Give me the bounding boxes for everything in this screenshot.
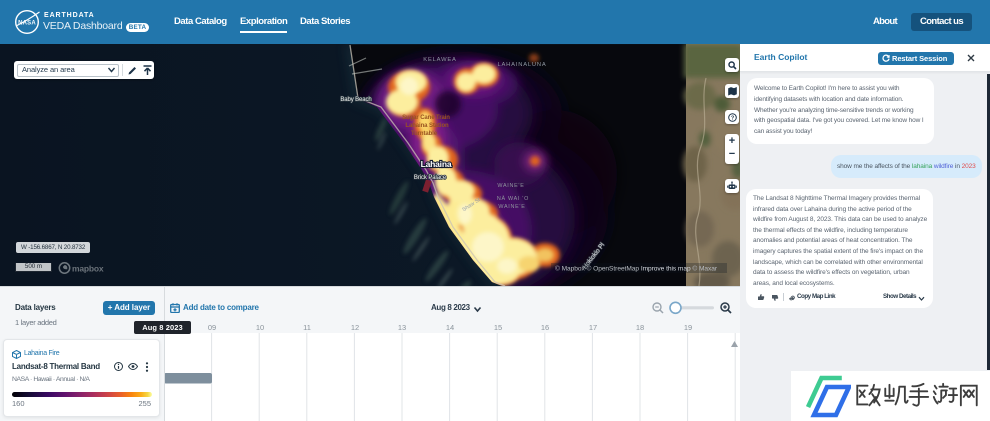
svg-text:13: 13	[398, 323, 406, 332]
svg-text:11: 11	[303, 323, 311, 332]
svg-text:Baby Beach: Baby Beach	[340, 97, 371, 103]
svg-text:Lahaina Station: Lahaina Station	[405, 123, 449, 129]
svg-text:Lahaina: Lahaina	[421, 159, 452, 169]
svg-text:WAINEʻE: WAINEʻE	[498, 203, 525, 210]
svg-text:KELAWEA: KELAWEA	[423, 57, 456, 63]
svg-text:WAINEʻE: WAINEʻE	[497, 182, 524, 189]
svg-text:LAHAINALUNA: LAHAINALUNA	[497, 62, 546, 68]
svg-text:Sugar Cane Train: Sugar Cane Train	[402, 115, 450, 121]
svg-text:10: 10	[256, 323, 264, 332]
svg-text:18: 18	[636, 323, 644, 332]
svg-text:17: 17	[589, 323, 597, 332]
svg-text:Turntable: Turntable	[411, 131, 438, 137]
svg-text:14: 14	[446, 323, 454, 332]
svg-text:15: 15	[494, 323, 502, 332]
svg-text:12: 12	[351, 323, 359, 332]
svg-text:mapbox: mapbox	[72, 264, 104, 274]
svg-text:© Mapbox © OpenStreetMap Impro: © Mapbox © OpenStreetMap Improve this ma…	[555, 265, 718, 273]
svg-text:09: 09	[208, 323, 216, 332]
svg-text:16: 16	[541, 323, 549, 332]
svg-text:NASA: NASA	[18, 21, 36, 27]
svg-text:19: 19	[684, 323, 692, 332]
svg-text:Brick Palace: Brick Palace	[414, 175, 447, 181]
svg-text:NĀ WAI ʻO: NĀ WAI ʻO	[497, 195, 529, 202]
